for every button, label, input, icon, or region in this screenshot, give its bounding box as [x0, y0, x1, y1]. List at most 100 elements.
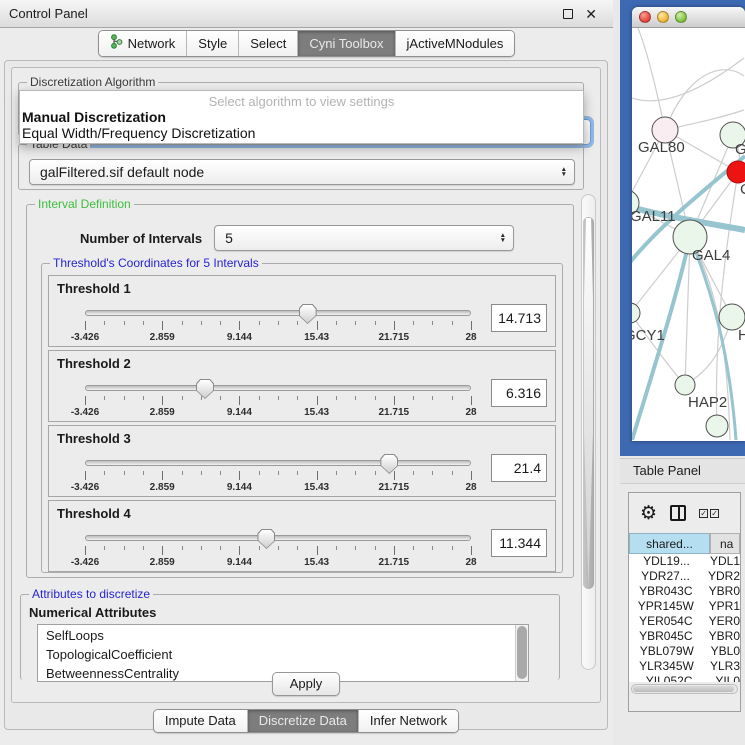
cell-shared-name[interactable]: YBR043C	[629, 584, 703, 599]
discretize-content: Discretization Algorithm ▲▼ Select algor…	[11, 67, 601, 703]
network-node[interactable]	[706, 415, 728, 437]
settings-vertical-scrollbar[interactable]	[581, 194, 596, 670]
apply-button[interactable]: Apply	[272, 672, 340, 696]
cell-shared-name[interactable]: YER054C	[629, 614, 703, 629]
table-row[interactable]: YBR045CYBR0	[629, 629, 740, 644]
table-row[interactable]: YER054CYER0	[629, 614, 740, 629]
zoom-traffic-light-icon[interactable]	[675, 11, 687, 23]
float-window-icon[interactable]	[563, 9, 573, 19]
number-of-intervals-value: 5	[225, 230, 233, 246]
tab-impute-data[interactable]: Impute Data	[154, 710, 247, 732]
slider-track[interactable]	[85, 535, 471, 541]
slider-track[interactable]	[85, 385, 471, 391]
algorithm-option-equal-width[interactable]: Equal Width/Frequency Discretization	[20, 125, 583, 141]
network-edge[interactable]	[638, 28, 665, 130]
cell-name[interactable]: YER0	[703, 614, 740, 629]
network-node[interactable]	[632, 303, 640, 323]
tab-jactivemnodules[interactable]: jActiveMNodules	[395, 31, 515, 56]
table-row[interactable]: YBL079WYBL0	[629, 644, 740, 659]
cell-name[interactable]: YBR0	[703, 629, 740, 644]
minimize-traffic-light-icon[interactable]	[657, 11, 669, 23]
attributes-list-scrollbar[interactable]	[515, 625, 528, 681]
cell-name[interactable]: YDR2	[702, 569, 740, 584]
threshold-slider[interactable]: -3.4262.8599.14415.4321.71528	[85, 527, 471, 569]
network-canvas[interactable]: GAL80GACGAL11GAL4GCY1HHAP2	[632, 28, 745, 440]
algorithm-dropdown-popup: Select algorithm to view settings Manual…	[19, 90, 584, 144]
network-node-label: GCY1	[632, 327, 665, 344]
select-columns-icon[interactable]: ✓✓	[699, 509, 719, 518]
cell-name[interactable]: YBL0	[705, 644, 740, 659]
cell-shared-name[interactable]: YDL19...	[629, 554, 704, 569]
attribute-item[interactable]: SelfLoops	[46, 626, 515, 645]
column-header-shared[interactable]: shared...	[629, 533, 710, 554]
number-of-intervals-label: Number of Intervals	[80, 231, 202, 246]
table-row[interactable]: YPR145WYPR1	[629, 599, 740, 614]
network-edge[interactable]	[632, 58, 744, 101]
threshold-value-field[interactable]: 6.316	[491, 379, 547, 407]
cell-name[interactable]: YIL0	[709, 674, 740, 682]
attribute-item[interactable]: TopologicalCoefficient	[46, 645, 515, 664]
table-row[interactable]: YIL052CYIL0	[629, 674, 740, 682]
cell-name[interactable]: YLR3	[704, 659, 740, 674]
spinner-arrows-icon: ▲▼	[500, 233, 506, 243]
attributes-group-title: Attributes to discretize	[29, 587, 153, 601]
network-node[interactable]	[675, 375, 695, 395]
table-horizontal-scrollbar[interactable]	[631, 684, 738, 694]
slider-track[interactable]	[85, 460, 471, 466]
table-row[interactable]: YDR27...YDR2	[629, 569, 740, 584]
table-data-combobox[interactable]: galFiltered.sif default node ▲▼	[29, 159, 575, 185]
cell-name[interactable]: YPR1	[703, 599, 740, 614]
network-node-label: HAP2	[688, 394, 727, 411]
network-node-label: GA	[735, 141, 745, 158]
close-icon[interactable]: ✕	[585, 9, 597, 19]
network-node-label: H	[738, 327, 745, 344]
cell-shared-name[interactable]: YBR045C	[629, 629, 703, 644]
interval-definition-group: Interval Definition Number of Intervals …	[26, 204, 574, 578]
threshold-value-field[interactable]: 11.344	[491, 529, 547, 557]
cell-name[interactable]: YBR0	[703, 584, 740, 599]
gear-icon[interactable]: ⚙	[640, 504, 657, 523]
tab-cyni-toolbox[interactable]: Cyni Toolbox	[297, 31, 394, 56]
numerical-attributes-label: Numerical Attributes	[29, 605, 559, 620]
close-traffic-light-icon[interactable]	[639, 11, 651, 23]
algorithm-option-manual[interactable]: Manual Discretization	[20, 109, 583, 125]
slider-tick-labels: -3.4262.8599.14415.4321.71528	[85, 407, 471, 419]
threshold-panel: Threshold 3 -3.4262.8599.14415.4321.7152…	[48, 425, 556, 497]
discretization-algorithm-title: Discretization Algorithm	[27, 75, 158, 89]
table-panel-header: Table Panel	[620, 458, 745, 484]
table-row[interactable]: YLR345WYLR3	[629, 659, 740, 674]
tab-label: Select	[250, 36, 286, 51]
thresholds-group-title: Threshold's Coordinates for 5 Intervals	[50, 256, 262, 270]
thresholds-group: Threshold's Coordinates for 5 Intervals …	[41, 263, 563, 573]
cell-shared-name[interactable]: YIL052C	[629, 674, 709, 682]
tab-infer-network[interactable]: Infer Network	[358, 710, 458, 732]
table-row[interactable]: YBR043CYBR0	[629, 584, 740, 599]
combo-arrows-icon: ▲▼	[561, 167, 567, 177]
slider-track[interactable]	[85, 310, 471, 316]
cell-shared-name[interactable]: YBL079W	[629, 644, 705, 659]
number-of-intervals-spinner[interactable]: 5 ▲▼	[214, 225, 514, 251]
column-layout-icon[interactable]	[670, 505, 686, 521]
threshold-slider[interactable]: -3.4262.8599.14415.4321.71528	[85, 302, 471, 344]
algorithm-hint-option[interactable]: Select algorithm to view settings	[20, 91, 583, 109]
table-row[interactable]: YDL19...YDL1	[629, 554, 740, 569]
threshold-slider[interactable]: -3.4262.8599.14415.4321.71528	[85, 452, 471, 494]
tab-select[interactable]: Select	[238, 31, 297, 56]
bottom-tabs-row: Impute DataDiscretize DataInfer Network	[5, 707, 607, 733]
table-panel-title: Table Panel	[633, 463, 701, 478]
settings-scroll-area: Interval Definition Number of Intervals …	[18, 194, 596, 670]
threshold-slider[interactable]: -3.4262.8599.14415.4321.71528	[85, 377, 471, 419]
network-node[interactable]	[727, 161, 745, 183]
cell-name[interactable]: YDL1	[704, 554, 740, 569]
network-node-label: GAL4	[692, 247, 730, 264]
cell-shared-name[interactable]: YDR27...	[629, 569, 702, 584]
network-view-frame: GAL80GACGAL11GAL4GCY1HHAP2	[620, 0, 745, 456]
tab-style[interactable]: Style	[186, 31, 238, 56]
threshold-value-field[interactable]: 14.713	[491, 304, 547, 332]
tab-discretize-data[interactable]: Discretize Data	[247, 710, 358, 732]
threshold-value-field[interactable]: 21.4	[491, 454, 547, 482]
tab-network[interactable]: Network	[99, 31, 187, 56]
cell-shared-name[interactable]: YLR345W	[629, 659, 704, 674]
cell-shared-name[interactable]: YPR145W	[629, 599, 703, 614]
column-header-name[interactable]: na	[710, 533, 740, 554]
